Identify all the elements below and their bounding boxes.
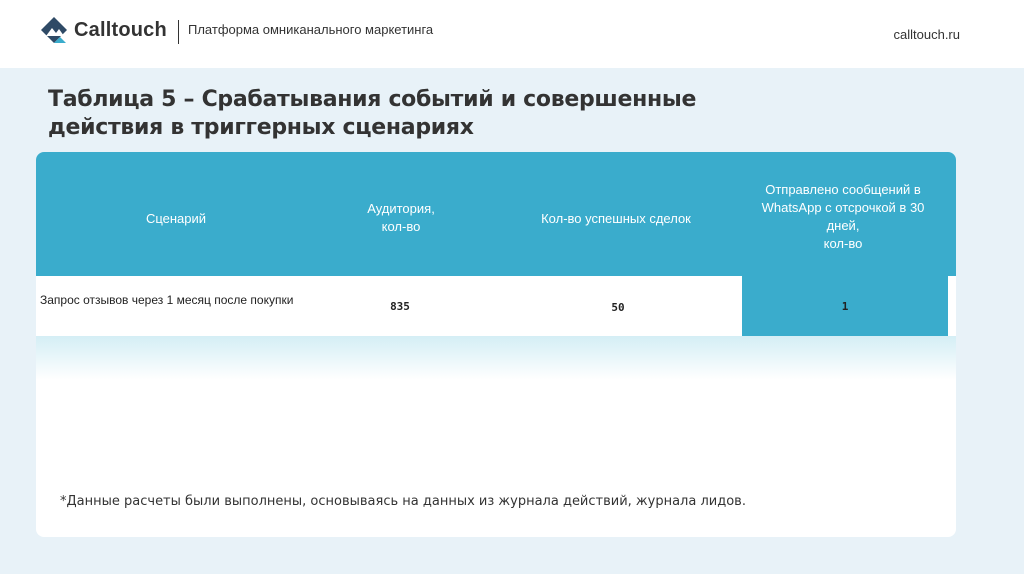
logo-text: Calltouch [74, 18, 167, 41]
column-header-sent: Отправлено сообщений в WhatsApp с отсроч… [761, 182, 925, 251]
cell-sent: 1 [841, 300, 849, 313]
top-bar: Calltouch Платформа омниканального марке… [0, 0, 1024, 68]
column-header-scenario: Сценарий [145, 211, 207, 226]
cell-audience: 835 [390, 300, 410, 313]
row-shadow [36, 336, 956, 380]
cell-deals: 50 [611, 301, 625, 314]
site-link[interactable]: calltouch.ru [894, 27, 960, 42]
cell-scenario: Запрос отзывов через 1 месяц после покуп… [40, 293, 294, 307]
footnote: *Данные расчеты были выполнены, основыва… [60, 494, 746, 509]
calltouch-logo-icon [41, 17, 67, 43]
table-row: Запрос отзывов через 1 месяц после покуп… [40, 276, 948, 336]
table-card: Сценарий Аудитория, кол-во Кол-во успешн… [36, 152, 956, 537]
header-divider [178, 20, 179, 44]
column-header-audience: Аудитория, кол-во [367, 201, 435, 234]
column-header-deals: Кол-во успешных сделок [541, 211, 691, 226]
table-header: Сценарий Аудитория, кол-во Кол-во успешн… [36, 152, 956, 276]
logo[interactable]: Calltouch [40, 16, 167, 44]
page-title: Таблица 5 – Срабатывания событий и совер… [48, 87, 697, 140]
tagline: Платформа омниканального маркетинга [188, 22, 434, 37]
